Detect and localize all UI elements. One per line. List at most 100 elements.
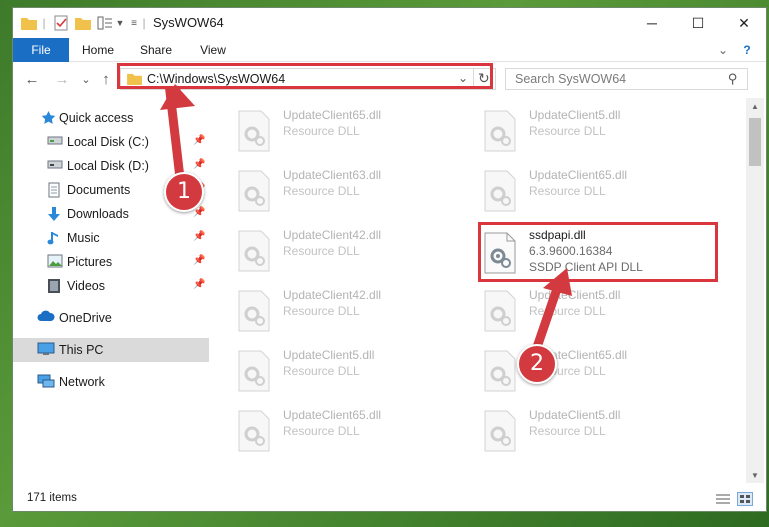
cloud-icon	[37, 310, 55, 326]
sidebar-item-network[interactable]: Network	[13, 370, 209, 394]
address-path: C:\Windows\SysWOW64	[147, 72, 286, 86]
up-button[interactable]: ↑	[97, 70, 115, 88]
file-name: UpdateClient65.dll	[529, 168, 628, 182]
file-tile[interactable]: UpdateClient65.dll Resource DLL	[213, 102, 453, 160]
folder-icon	[21, 14, 37, 32]
sidebar-item-label: Local Disk (D:)	[67, 159, 149, 173]
tab-file[interactable]: File	[13, 38, 69, 62]
sidebar-item-videos[interactable]: Videos 📌	[13, 274, 209, 298]
separator: |	[142, 16, 146, 30]
file-tile[interactable]: UpdateClient5.dll Resource DLL	[213, 342, 453, 400]
tiles-view-icon[interactable]	[737, 492, 753, 506]
sidebar-item-label: Network	[59, 375, 105, 389]
scroll-thumb[interactable]	[749, 118, 761, 166]
explorer-window: | ▼ ≡ | SysWOW64 ─ ☐ ✕ File Home Share V…	[12, 7, 767, 512]
documents-icon	[47, 182, 63, 198]
file-tile[interactable]: UpdateClient65.dll Resource DLL	[213, 402, 453, 460]
search-input[interactable]: Search SysWOW64	[515, 72, 626, 86]
pin-icon[interactable]: 📌	[193, 159, 205, 170]
help-icon[interactable]: ?	[737, 38, 757, 62]
sidebar-item-label: This PC	[59, 343, 104, 357]
customize-icon[interactable]	[97, 14, 113, 32]
file-name: UpdateClient65.dll	[283, 108, 382, 122]
separator	[473, 69, 474, 89]
file-type: Resource DLL	[529, 304, 606, 318]
drive-icon	[47, 158, 63, 174]
pin-icon[interactable]: 📌	[193, 183, 205, 194]
address-dropdown-icon[interactable]: ⌄	[458, 71, 468, 85]
sidebar-item-this-pc[interactable]: This PC	[13, 338, 209, 362]
file-tile[interactable]: UpdateClient65.dll Resource DLL	[459, 342, 699, 400]
sidebar-item-onedrive[interactable]: OneDrive	[13, 306, 209, 330]
file-tile[interactable]: UpdateClient5.dll Resource DLL	[459, 102, 699, 160]
network-icon	[37, 374, 55, 390]
file-tile[interactable]: UpdateClient42.dll Resource DLL	[213, 282, 453, 340]
file-type: Resource DLL	[283, 304, 360, 318]
pin-icon[interactable]: 📌	[193, 255, 205, 266]
pin-icon[interactable]: 📌	[193, 231, 205, 242]
new-folder-icon[interactable]	[75, 14, 91, 32]
pin-icon[interactable]: 📌	[193, 207, 205, 218]
back-button[interactable]: ←	[23, 70, 41, 88]
file-name: UpdateClient5.dll	[283, 348, 375, 362]
sidebar-item-downloads[interactable]: Downloads 📌	[13, 202, 209, 226]
videos-icon	[47, 278, 63, 294]
navigation-bar: ← → ⌄ ↑ C:\Windows\SysWOW64 ⌄ ↻ Search S…	[13, 63, 766, 95]
file-name: UpdateClient5.dll	[529, 288, 621, 302]
chevron-down-icon[interactable]: ▼	[115, 14, 125, 32]
file-name: ssdpapi.dll	[529, 228, 586, 242]
sidebar-item-label: Pictures	[67, 255, 113, 269]
tab-share[interactable]: Share	[133, 38, 179, 62]
separator: |	[42, 16, 46, 30]
pin-icon[interactable]: 📌	[193, 279, 205, 290]
sidebar-item-local-disk-d[interactable]: Local Disk (D:) 📌	[13, 154, 209, 178]
file-tile[interactable]: UpdateClient42.dll Resource DLL	[213, 222, 453, 280]
details-view-icon[interactable]	[715, 492, 731, 506]
maximize-button[interactable]: ☐	[675, 8, 721, 38]
vertical-scrollbar[interactable]: ▲ ▼	[746, 98, 764, 483]
sidebar-item-quick-access[interactable]: Quick access	[13, 106, 209, 130]
status-bar: 171 items	[13, 485, 766, 511]
dll-file-icon	[483, 232, 517, 274]
expand-ribbon-icon[interactable]: ⌄	[713, 38, 733, 62]
ribbon: File Home Share View ⌄ ?	[13, 38, 766, 62]
file-tile[interactable]: UpdateClient5.dll Resource DLL	[459, 282, 699, 340]
folder-icon	[127, 72, 142, 88]
dll-file-icon	[237, 410, 271, 452]
scroll-up-icon[interactable]: ▲	[746, 98, 764, 114]
file-tile[interactable]: UpdateClient65.dll Resource DLL	[459, 162, 699, 220]
pin-icon[interactable]: 📌	[193, 135, 205, 146]
file-tile[interactable]: UpdateClient63.dll Resource DLL	[213, 162, 453, 220]
file-name: UpdateClient42.dll	[283, 288, 382, 302]
tab-view[interactable]: View	[191, 38, 235, 62]
sidebar-item-label: Local Disk (C:)	[67, 135, 149, 149]
sidebar-item-label: Documents	[67, 183, 131, 197]
sidebar-item-label: Downloads	[67, 207, 129, 221]
file-tile[interactable]: UpdateClient5.dll Resource DLL	[459, 402, 699, 460]
sidebar-item-music[interactable]: Music 📌	[13, 226, 209, 250]
properties-icon[interactable]	[53, 14, 69, 32]
tab-home[interactable]: Home	[75, 38, 121, 62]
close-button[interactable]: ✕	[721, 8, 766, 38]
search-icon[interactable]: ⚲	[728, 71, 738, 87]
sidebar-item-pictures[interactable]: Pictures 📌	[13, 250, 209, 274]
file-name: UpdateClient42.dll	[283, 228, 382, 242]
forward-button[interactable]: →	[53, 70, 71, 88]
file-type: Resource DLL	[283, 424, 360, 438]
address-bar[interactable]: C:\Windows\SysWOW64 ⌄ ↻	[120, 68, 496, 90]
dll-file-icon	[237, 350, 271, 392]
scroll-down-icon[interactable]: ▼	[746, 467, 764, 483]
file-type: SSDP Client API DLL	[529, 260, 643, 274]
minimize-button[interactable]: ─	[629, 8, 675, 38]
file-tile-ssdpapi[interactable]: ssdpapi.dll 6.3.9600.16384 SSDP Client A…	[459, 222, 699, 280]
quick-access-toolbar-icon[interactable]: ≡	[129, 14, 139, 32]
sidebar-item-local-disk-c[interactable]: Local Disk (C:) 📌	[13, 130, 209, 154]
search-box[interactable]: Search SysWOW64 ⚲	[505, 68, 748, 90]
recent-locations-button[interactable]: ⌄	[77, 70, 95, 88]
refresh-icon[interactable]: ↻	[478, 70, 490, 87]
sidebar-item-documents[interactable]: Documents 📌	[13, 178, 209, 202]
dll-file-icon	[483, 410, 517, 452]
dll-file-icon	[483, 110, 517, 152]
file-version: 6.3.9600.16384	[529, 244, 613, 258]
dll-file-icon	[237, 290, 271, 332]
